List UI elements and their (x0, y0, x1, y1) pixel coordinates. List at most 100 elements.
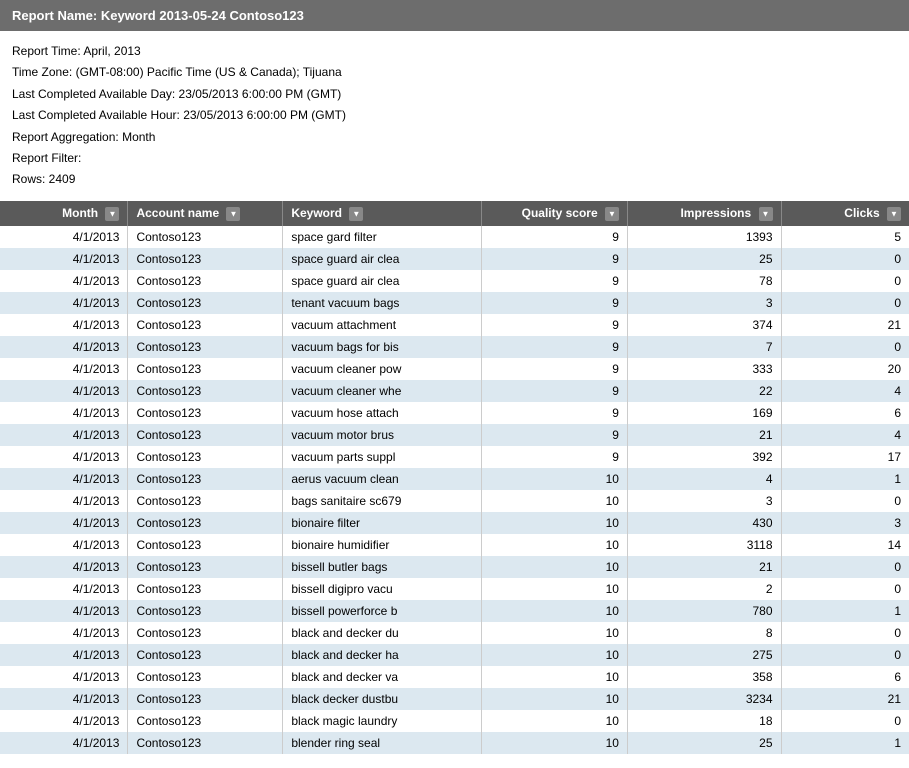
table-cell: 9 (481, 248, 627, 270)
table-row: 4/1/2013Contoso123space gard filter91393… (0, 226, 909, 248)
table-cell: 9 (481, 314, 627, 336)
table-cell: 6 (781, 666, 909, 688)
table-row: 4/1/2013Contoso123vacuum parts suppl9392… (0, 446, 909, 468)
table-cell: 21 (627, 556, 781, 578)
table-cell: 1393 (627, 226, 781, 248)
table-cell: Contoso123 (128, 732, 283, 754)
table-cell: space gard filter (283, 226, 481, 248)
table-cell: 9 (481, 358, 627, 380)
table-cell: Contoso123 (128, 402, 283, 424)
report-table: Month Account name Keyword Quality score… (0, 201, 909, 754)
col-header-quality[interactable]: Quality score (481, 201, 627, 226)
table-row: 4/1/2013Contoso123vacuum cleaner whe9224 (0, 380, 909, 402)
table-cell: 0 (781, 336, 909, 358)
meta-filter: Report Filter: (12, 148, 897, 168)
table-cell: 9 (481, 226, 627, 248)
table-cell: 4/1/2013 (0, 248, 128, 270)
table-cell: space guard air clea (283, 248, 481, 270)
table-cell: 10 (481, 534, 627, 556)
table-cell: 78 (627, 270, 781, 292)
meta-aggregation: Report Aggregation: Month (12, 127, 897, 147)
table-cell: 333 (627, 358, 781, 380)
table-cell: 4 (781, 424, 909, 446)
table-body: 4/1/2013Contoso123space gard filter91393… (0, 226, 909, 754)
table-cell: 780 (627, 600, 781, 622)
meta-last-day: Last Completed Available Day: 23/05/2013… (12, 84, 897, 104)
table-cell: 4 (781, 380, 909, 402)
table-cell: 17 (781, 446, 909, 468)
table-cell: 21 (627, 424, 781, 446)
table-cell: Contoso123 (128, 380, 283, 402)
table-cell: 1 (781, 600, 909, 622)
table-cell: Contoso123 (128, 688, 283, 710)
table-row: 4/1/2013Contoso123vacuum motor brus9214 (0, 424, 909, 446)
table-cell: 4/1/2013 (0, 710, 128, 732)
table-cell: 0 (781, 270, 909, 292)
table-cell: 9 (481, 336, 627, 358)
table-cell: black and decker ha (283, 644, 481, 666)
table-cell: 3118 (627, 534, 781, 556)
table-cell: 18 (627, 710, 781, 732)
table-cell: 1 (781, 732, 909, 754)
table-row: 4/1/2013Contoso123black decker dustbu103… (0, 688, 909, 710)
table-cell: 275 (627, 644, 781, 666)
table-cell: bags sanitaire sc679 (283, 490, 481, 512)
table-cell: 22 (627, 380, 781, 402)
table-cell: black decker dustbu (283, 688, 481, 710)
table-cell: 25 (627, 248, 781, 270)
table-cell: 9 (481, 270, 627, 292)
table-cell: 0 (781, 578, 909, 600)
table-cell: 10 (481, 622, 627, 644)
meta-last-hour: Last Completed Available Hour: 23/05/201… (12, 105, 897, 125)
table-cell: 0 (781, 710, 909, 732)
table-cell: 392 (627, 446, 781, 468)
table-cell: 4/1/2013 (0, 468, 128, 490)
table-row: 4/1/2013Contoso123vacuum cleaner pow9333… (0, 358, 909, 380)
table-cell: vacuum bags for bis (283, 336, 481, 358)
table-cell: 21 (781, 688, 909, 710)
impressions-sort-icon[interactable] (759, 207, 773, 221)
table-cell: 21 (781, 314, 909, 336)
quality-sort-icon[interactable] (605, 207, 619, 221)
table-cell: 20 (781, 358, 909, 380)
table-cell: 0 (781, 622, 909, 644)
table-cell: 4/1/2013 (0, 732, 128, 754)
table-cell: bissell butler bags (283, 556, 481, 578)
table-cell: Contoso123 (128, 644, 283, 666)
table-cell: Contoso123 (128, 336, 283, 358)
col-header-account[interactable]: Account name (128, 201, 283, 226)
table-cell: 4/1/2013 (0, 688, 128, 710)
table-cell: 4/1/2013 (0, 556, 128, 578)
table-cell: Contoso123 (128, 600, 283, 622)
table-cell: Contoso123 (128, 710, 283, 732)
col-header-clicks[interactable]: Clicks (781, 201, 909, 226)
month-sort-icon[interactable] (105, 207, 119, 221)
table-cell: Contoso123 (128, 226, 283, 248)
table-cell: Contoso123 (128, 534, 283, 556)
keyword-sort-icon[interactable] (349, 207, 363, 221)
table-cell: 10 (481, 644, 627, 666)
table-cell: vacuum parts suppl (283, 446, 481, 468)
table-cell: 25 (627, 732, 781, 754)
account-sort-icon[interactable] (226, 207, 240, 221)
table-cell: Contoso123 (128, 270, 283, 292)
table-cell: 4/1/2013 (0, 534, 128, 556)
table-cell: 4/1/2013 (0, 424, 128, 446)
table-cell: bionaire humidifier (283, 534, 481, 556)
col-header-month[interactable]: Month (0, 201, 128, 226)
table-cell: 0 (781, 556, 909, 578)
table-cell: Contoso123 (128, 490, 283, 512)
table-cell: 10 (481, 512, 627, 534)
col-header-keyword[interactable]: Keyword (283, 201, 481, 226)
table-cell: black and decker du (283, 622, 481, 644)
table-row: 4/1/2013Contoso123vacuum hose attach9169… (0, 402, 909, 424)
table-cell: 10 (481, 710, 627, 732)
table-cell: 9 (481, 446, 627, 468)
table-cell: 4/1/2013 (0, 666, 128, 688)
clicks-sort-icon[interactable] (887, 207, 901, 221)
table-cell: Contoso123 (128, 578, 283, 600)
col-header-impressions[interactable]: Impressions (627, 201, 781, 226)
table-cell: vacuum motor brus (283, 424, 481, 446)
table-cell: 10 (481, 600, 627, 622)
table-cell: 10 (481, 490, 627, 512)
